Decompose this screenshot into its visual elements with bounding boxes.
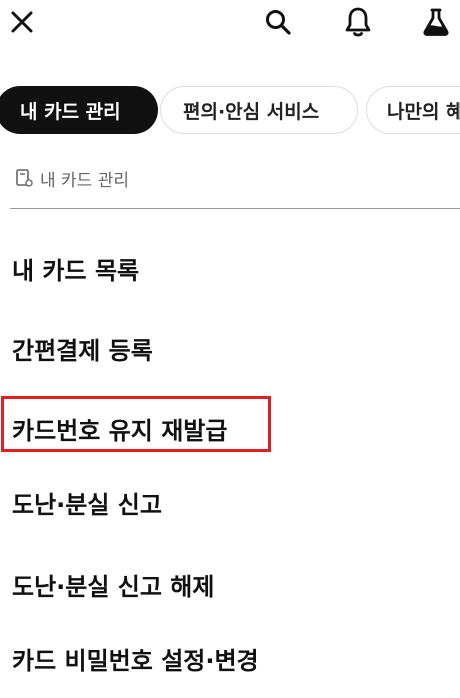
menu-item-label: 간편결제 등록 xyxy=(12,336,153,365)
menu-item-label: 내 카드 목록 xyxy=(12,256,140,285)
search-button[interactable] xyxy=(260,4,296,40)
notification-button[interactable] xyxy=(340,4,376,40)
tab-my-benefits[interactable]: 나만의 혜 xyxy=(366,86,460,134)
menu-item-easy-payment-register[interactable]: 간편결제 등록 xyxy=(0,318,460,378)
tab-label: 나만의 혜 xyxy=(387,100,460,123)
menu-item-report-lost-stolen[interactable]: 도난·분실 신고 xyxy=(0,472,460,532)
card-settings-icon xyxy=(16,169,33,187)
section-header: 내 카드 관리 xyxy=(14,164,129,192)
bell-icon xyxy=(345,7,371,37)
lab-button[interactable] xyxy=(418,4,454,40)
divider xyxy=(10,208,460,209)
tab-my-card-management[interactable]: 내 카드 관리 xyxy=(0,86,158,134)
flask-icon xyxy=(423,8,449,36)
menu-item-reissue-keep-number[interactable]: 카드번호 유지 재발급 xyxy=(0,398,460,458)
menu-item-label: 카드 비밀번호 설정·변경 xyxy=(12,646,259,675)
menu-item-cancel-lost-report[interactable]: 도난·분실 신고 해제 xyxy=(0,554,460,614)
close-icon xyxy=(11,11,33,33)
tab-label: 내 카드 관리 xyxy=(20,100,121,123)
search-icon xyxy=(266,10,291,35)
menu-item-label: 도난·분실 신고 xyxy=(12,490,162,519)
tab-label: 편의·안심 서비스 xyxy=(183,100,320,123)
menu-item-label: 카드번호 유지 재발급 xyxy=(12,416,228,445)
menu-item-my-card-list[interactable]: 내 카드 목록 xyxy=(0,238,460,298)
menu-item-label: 도난·분실 신고 해제 xyxy=(12,572,215,601)
category-tabs: 내 카드 관리 편의·안심 서비스 나만의 혜 xyxy=(0,80,460,140)
tab-convenience-safety-service[interactable]: 편의·안심 서비스 xyxy=(160,86,358,134)
close-button[interactable] xyxy=(4,4,40,40)
menu-item-card-pin-setting[interactable]: 카드 비밀번호 설정·변경 xyxy=(0,628,460,688)
top-bar xyxy=(0,0,460,48)
section-title: 내 카드 관리 xyxy=(40,170,130,191)
